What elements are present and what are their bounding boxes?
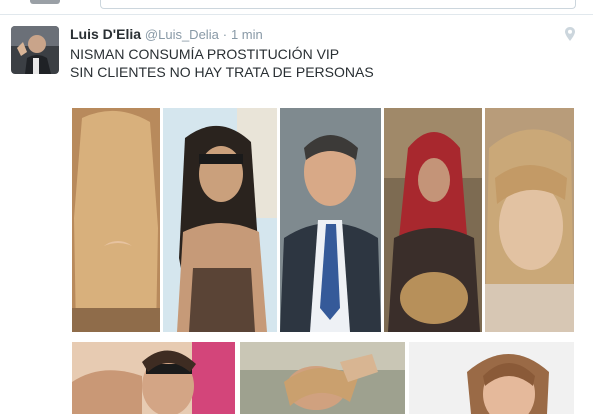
tweet-author: Luis D'Elia @Luis_Delia · 1 min — [70, 26, 263, 42]
author-handle[interactable]: @Luis_Delia — [145, 27, 219, 42]
compose-input[interactable] — [100, 0, 576, 9]
author-avatar[interactable] — [11, 26, 59, 74]
tweet-text-line-1: NISMAN CONSUMÍA PROSTITUCIÓN VIP — [70, 46, 340, 62]
meta-separator: · — [222, 27, 228, 42]
top-compose-bar — [0, 0, 593, 15]
tweet-photo-2[interactable] — [163, 108, 277, 332]
tweet-photo-4[interactable] — [384, 108, 482, 332]
tweet-photo-1[interactable] — [72, 108, 160, 332]
tweet-photo-7[interactable] — [240, 342, 405, 414]
tweet-text: NISMAN CONSUMÍA PROSTITUCIÓN VIP SIN CLI… — [70, 45, 374, 81]
tweet-photo-6[interactable] — [72, 342, 235, 414]
tweet-photo-3[interactable] — [280, 108, 381, 332]
tweet-photo-8[interactable] — [409, 342, 574, 414]
map-pin-icon[interactable] — [563, 26, 577, 42]
own-avatar — [30, 0, 60, 4]
tweet-photo-5[interactable] — [485, 108, 574, 332]
tweet-timestamp[interactable]: 1 min — [231, 27, 263, 42]
author-name[interactable]: Luis D'Elia — [70, 26, 141, 42]
tweet-text-line-2: SIN CLIENTES NO HAY TRATA DE PERSONAS — [70, 64, 374, 80]
